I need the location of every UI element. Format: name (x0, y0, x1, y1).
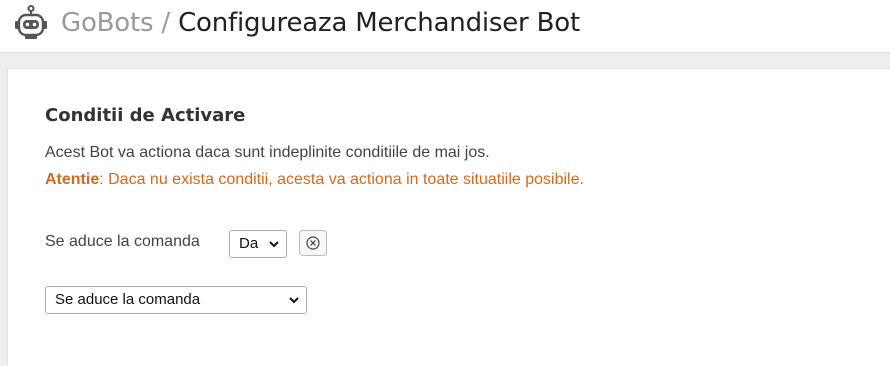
close-circle-icon (306, 236, 320, 250)
remove-condition-button[interactable] (299, 230, 327, 256)
activation-conditions-card: Conditii de Activare Acest Bot va action… (7, 68, 890, 366)
warning-text: : Daca nu exista conditii, acesta va act… (99, 171, 584, 188)
chevron-down-icon (289, 297, 299, 304)
chevron-down-icon (269, 241, 279, 248)
breadcrumb-separator: / (161, 8, 170, 38)
page-title-text: Configureaza Merchandiser Bot (178, 8, 580, 38)
section-description: Acest Bot va actiona daca sunt indeplini… (45, 144, 490, 161)
warning-label: Atentie (45, 171, 100, 188)
section-title: Conditii de Activare (45, 105, 246, 126)
robot-icon (15, 5, 47, 39)
condition-value-select[interactable]: Da (229, 230, 287, 258)
page-header: GoBots / Configureaza Merchandiser Bot (0, 0, 890, 53)
page-title: GoBots / Configureaza Merchandiser Bot (61, 5, 580, 41)
condition-label: Se aduce la comanda (45, 233, 200, 250)
add-condition-value: Se aduce la comanda (55, 291, 201, 308)
add-condition-select[interactable]: Se aduce la comanda (45, 286, 307, 314)
brand-link[interactable]: GoBots (61, 8, 154, 38)
warning-message: Atentie: Daca nu exista conditii, acesta… (45, 171, 584, 189)
condition-value: Da (239, 235, 259, 252)
